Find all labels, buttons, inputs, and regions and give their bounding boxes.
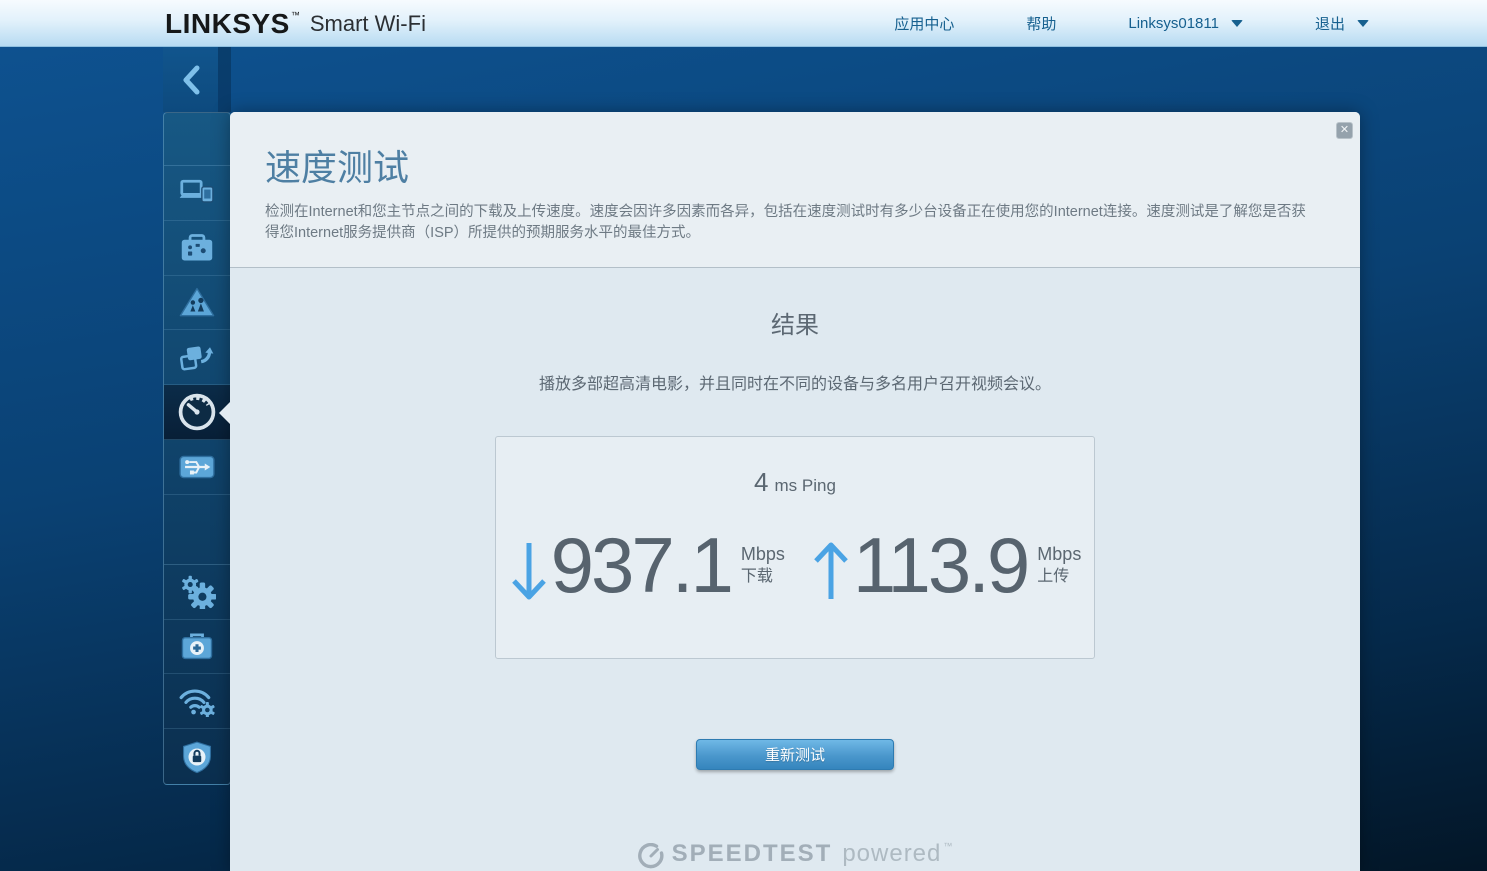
download-value: 937.1 xyxy=(550,521,734,609)
gears-icon xyxy=(182,575,216,609)
download-units: Mbps 下载 xyxy=(741,543,785,587)
nav-router-name-menu[interactable]: Linksys01811 xyxy=(1128,15,1243,32)
brand-trademark: ™ xyxy=(290,9,300,20)
top-nav: 应用中心 帮助 Linksys01811 退出 xyxy=(822,0,1369,47)
sidebar-item-security[interactable] xyxy=(164,729,230,784)
sidebar-collapse-button[interactable] xyxy=(163,47,218,112)
download-unit: Mbps xyxy=(740,544,785,564)
linksys-logo: LINKSYS ™ Smart Wi-Fi xyxy=(165,0,426,47)
external-storage-icon xyxy=(179,455,215,479)
sidebar-item-troubleshooting[interactable] xyxy=(164,620,230,675)
chevron-left-icon xyxy=(183,65,199,94)
speedtest-trademark: ™ xyxy=(943,841,953,851)
nav-help[interactable]: 帮助 xyxy=(1026,13,1056,34)
speedtest-wordmark: SPEEDTEST xyxy=(671,840,833,867)
modal-header: 速度测试 检测在Internet和您主节点之间的下载及上传速度。速度会因许多因素… xyxy=(230,112,1360,268)
wifi-gear-icon xyxy=(179,689,215,718)
speedtest-branding: SPEEDTEST powered ™ xyxy=(230,840,1360,869)
sidebar-item-wireless[interactable] xyxy=(164,674,230,730)
brand-suffix: Smart Wi-Fi xyxy=(309,10,426,36)
results-heading: 结果 xyxy=(771,312,819,339)
devices-icon xyxy=(179,179,214,203)
page-description: 检测在Internet和您主节点之间的下载及上传速度。速度会因许多因素而各异，包… xyxy=(265,203,1306,242)
download-arrow-icon xyxy=(511,543,546,600)
upload-readout: 113.9 Mbps 上传 xyxy=(811,521,1081,609)
speed-test-icon xyxy=(178,393,216,431)
sidebar-top-strip xyxy=(218,47,231,112)
upload-units: Mbps 上传 xyxy=(1037,543,1081,587)
first-aid-kit-icon xyxy=(181,634,213,660)
speed-test-modal: ✕ 速度测试 检测在Internet和您主节点之间的下载及上传速度。速度会因许多… xyxy=(219,112,1360,871)
upload-unit: Mbps xyxy=(1037,544,1082,564)
chevron-down-icon xyxy=(1357,20,1369,27)
nav-logout-menu[interactable]: 退出 xyxy=(1315,13,1369,34)
results-subtitle: 播放多部超高清电影，并且同时在不同的设备与多名用户召开视频会议。 xyxy=(538,376,1051,393)
parental-controls-icon xyxy=(179,287,215,317)
sidebar-item-connectivity[interactable] xyxy=(164,565,230,620)
sidebar-item-parental-controls[interactable] xyxy=(164,276,230,331)
upload-label: 上传 xyxy=(1037,567,1070,585)
sidebar-item-devices[interactable] xyxy=(164,166,230,221)
speedtest-gauge-icon xyxy=(637,843,664,869)
upload-arrow-icon xyxy=(814,542,848,600)
shield-lock-icon xyxy=(182,741,212,773)
sidebar-item-media-prioritization[interactable] xyxy=(164,330,230,386)
close-button[interactable]: ✕ xyxy=(1336,122,1353,139)
guest-access-icon xyxy=(181,233,213,261)
sidebar-spacer xyxy=(164,495,230,565)
results-card: 4 ms Ping 937.1 Mbps 下载 113.9 Mbps 上传 xyxy=(495,436,1095,659)
modal-pointer-arrow xyxy=(219,402,230,424)
brand-name: LINKSYS xyxy=(165,7,290,39)
chevron-down-icon xyxy=(1230,20,1243,27)
ping-readout: 4 ms Ping xyxy=(496,467,1094,498)
page: LINKSYS ™ Smart Wi-Fi 应用中心 帮助 Linksys018… xyxy=(0,0,1487,871)
sidebar-nav xyxy=(163,112,231,785)
sidebar-item-guest-access[interactable] xyxy=(164,221,230,276)
download-readout: 937.1 Mbps 下载 xyxy=(509,521,785,609)
speeds-row: 937.1 Mbps 下载 113.9 Mbps 上传 xyxy=(496,521,1094,609)
nav-app-center[interactable]: 应用中心 xyxy=(894,13,954,34)
modal-body: 结果 播放多部超高清电影，并且同时在不同的设备与多名用户召开视频会议。 4 ms … xyxy=(230,268,1360,869)
download-label: 下载 xyxy=(740,567,773,585)
powered-text: powered xyxy=(842,840,942,867)
retest-button[interactable]: 重新测试 xyxy=(696,739,894,770)
page-title: 速度测试 xyxy=(265,147,410,188)
sidebar-item-external-storage[interactable] xyxy=(164,440,230,495)
top-header: LINKSYS ™ Smart Wi-Fi 应用中心 帮助 Linksys018… xyxy=(0,0,1487,47)
ping-value: 4 xyxy=(754,467,769,497)
ping-unit: ms Ping xyxy=(774,476,836,495)
sidebar-spacer xyxy=(164,113,230,166)
media-prioritization-icon xyxy=(179,346,214,371)
upload-value: 113.9 xyxy=(852,521,1030,609)
